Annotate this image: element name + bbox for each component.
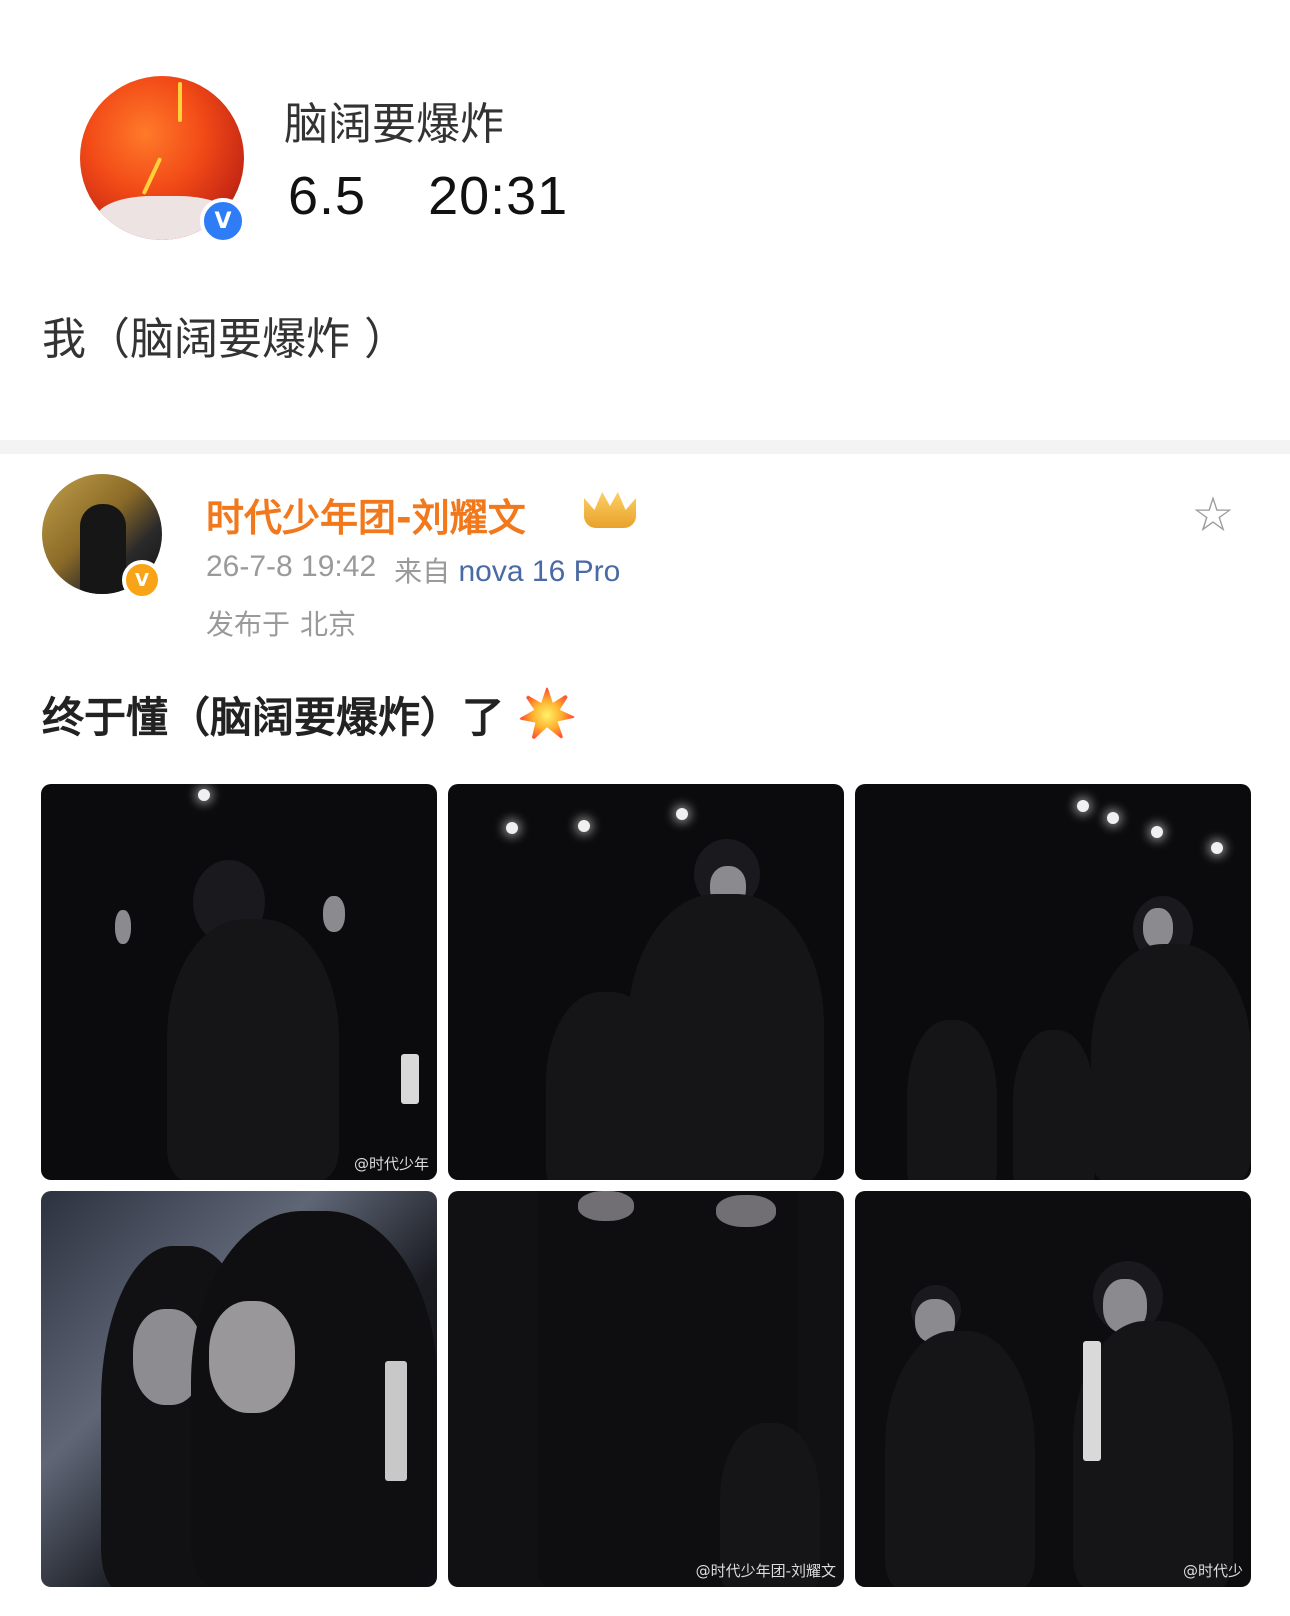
stage-light xyxy=(676,808,688,820)
stage-light xyxy=(1107,812,1119,824)
post-meta: 26-7-8 19:42 来自 nova 16 Pro xyxy=(206,550,620,590)
top-post-datetime: 6.5 20:31 xyxy=(288,165,568,227)
device-link[interactable]: nova 16 Pro xyxy=(459,555,621,588)
top-username[interactable]: 脑阔要爆炸 xyxy=(284,88,504,152)
dancer-face xyxy=(1143,908,1173,948)
stage-light xyxy=(1211,842,1223,854)
dancer-figure xyxy=(546,992,666,1180)
from-label: 来自 xyxy=(394,555,451,588)
image-grid: @时代少年 @时代少年团-刘耀文 @时代少 xyxy=(41,784,1251,1587)
author-name[interactable]: 时代少年团-刘耀文 xyxy=(206,487,526,542)
section-divider xyxy=(0,440,1290,454)
stage-light xyxy=(198,789,210,801)
post-text: 终于懂（脑阔要爆炸）了 xyxy=(42,693,505,742)
dancer-hand xyxy=(578,1191,634,1221)
post-location: 发布于 北京 xyxy=(206,603,356,643)
post-image-1[interactable]: @时代少年 xyxy=(41,784,437,1180)
verified-badge-icon: V xyxy=(122,560,162,600)
jacket-stripe xyxy=(1083,1341,1101,1461)
star-icon[interactable]: ☆ xyxy=(1184,486,1242,544)
image-watermark: @时代少 xyxy=(1182,1562,1243,1580)
top-post-text: 我（脑阔要爆炸 ） xyxy=(42,314,408,365)
avatar-figure xyxy=(80,504,126,594)
hair-detail xyxy=(178,82,182,122)
top-post-card: V 脑阔要爆炸 6.5 20:31 我（脑阔要爆炸 ） xyxy=(0,0,1290,450)
dancer-hand xyxy=(716,1195,776,1227)
dancer-figure xyxy=(1091,944,1251,1180)
crown-icon[interactable] xyxy=(584,492,636,528)
stage-light xyxy=(506,822,518,834)
top-post-time: 20:31 xyxy=(428,166,569,226)
post-body: 终于懂（脑阔要爆炸）了 xyxy=(42,684,577,745)
top-post-date: 6.5 xyxy=(288,166,367,226)
stage-light xyxy=(1151,826,1163,838)
dancer-figure xyxy=(167,919,339,1180)
location-value: 北京 xyxy=(300,608,357,641)
stage-light xyxy=(1077,800,1089,812)
dancer-hand xyxy=(115,910,131,944)
dancer-hand xyxy=(323,896,345,932)
verified-badge-icon: V xyxy=(200,198,246,244)
image-watermark: @时代少年团-刘耀文 xyxy=(695,1562,836,1580)
jacket-stripe xyxy=(385,1361,407,1481)
stage-light xyxy=(578,820,590,832)
dancer-figure xyxy=(1013,1030,1095,1180)
hair-detail xyxy=(141,157,163,195)
post-image-3[interactable] xyxy=(855,784,1251,1180)
post-image-5[interactable]: @时代少年团-刘耀文 xyxy=(448,1191,844,1587)
location-label: 发布于 xyxy=(206,608,291,641)
post-timestamp: 26-7-8 19:42 xyxy=(206,550,377,583)
dancer-figure xyxy=(907,1020,997,1180)
post-image-6[interactable]: @时代少 xyxy=(855,1191,1251,1587)
post-image-2[interactable] xyxy=(448,784,844,1180)
jacket-stripe xyxy=(401,1054,419,1104)
dancer-face xyxy=(209,1301,295,1413)
collision-emoji-icon xyxy=(518,685,577,743)
dancer-figure xyxy=(885,1331,1035,1587)
image-watermark: @时代少年 xyxy=(353,1155,429,1173)
post-image-4[interactable] xyxy=(41,1191,437,1587)
